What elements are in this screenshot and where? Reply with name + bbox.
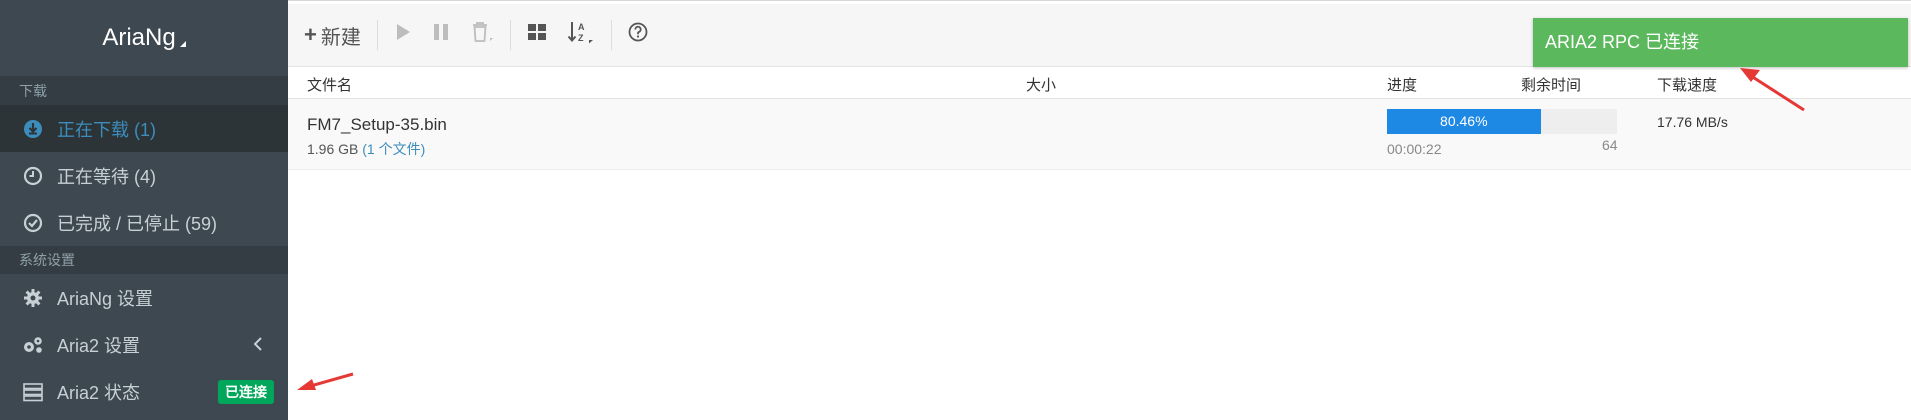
server-icon <box>22 381 44 403</box>
app-logo[interactable]: AriaNg <box>0 0 288 77</box>
sort-button[interactable]: AZ <box>557 15 605 55</box>
column-header-remaining[interactable]: 剩余时间 <box>1521 74 1581 95</box>
section-header-download: 下载 <box>0 77 288 105</box>
gear-icon <box>22 287 44 309</box>
svg-text:Z: Z <box>578 33 584 43</box>
pause-button[interactable] <box>422 15 460 55</box>
task-size: 1.96 GB (1 个文件) <box>307 139 425 159</box>
sort-alpha-icon: AZ <box>567 20 595 50</box>
new-task-label: 新建 <box>320 26 361 49</box>
table-header: 文件名 大小 进度 剩余时间 下载速度 <box>288 67 1911 99</box>
app-title: AriaNg <box>102 24 176 51</box>
delete-button[interactable] <box>460 15 504 55</box>
start-button[interactable] <box>384 15 422 55</box>
check-circle-icon <box>22 212 44 234</box>
trash-icon <box>470 21 494 49</box>
annotation-arrow-icon <box>1740 68 1805 112</box>
sidebar-item-label: Aria2 状态 <box>57 382 141 403</box>
plus-icon: + <box>304 22 317 47</box>
clock-icon <box>22 165 44 187</box>
sidebar-item-label: 已完成 / 已停止 (59) <box>57 213 218 234</box>
progress-bar: 80.46% <box>1387 109 1541 134</box>
download-circle-icon <box>22 118 44 140</box>
sidebar-item-label: Aria2 设置 <box>57 335 141 356</box>
help-button[interactable] <box>618 15 658 55</box>
sidebar-item-downloading[interactable]: 正在下载 (1) <box>0 105 288 152</box>
annotation-arrow-icon <box>297 372 354 390</box>
logo-caret-icon <box>179 41 186 47</box>
new-task-button[interactable]: + 新建 <box>288 15 371 55</box>
section-header-settings: 系统设置 <box>0 246 288 274</box>
task-connections: 64 <box>1602 137 1618 153</box>
pause-icon <box>432 22 450 48</box>
sidebar-item-stopped[interactable]: 已完成 / 已停止 (59) <box>0 199 288 246</box>
play-icon <box>394 22 412 48</box>
sidebar-item-aria2-status[interactable]: Aria2 状态 已连接 <box>0 368 288 415</box>
toolbar-divider <box>376 20 378 50</box>
sidebar: AriaNg 下载 正在下载 (1) 正在等待 (4) 已完成 / 已停止 (5… <box>0 0 288 420</box>
column-header-speed[interactable]: 下载速度 <box>1657 74 1717 95</box>
question-icon <box>628 22 648 48</box>
chevron-left-icon[interactable] <box>252 335 264 358</box>
notification-toast[interactable]: ARIA2 RPC 已连接 <box>1533 18 1908 67</box>
sidebar-item-aria2-settings[interactable]: Aria2 设置 <box>0 321 288 368</box>
sidebar-item-ariang-settings[interactable]: AriaNg 设置 <box>0 274 288 321</box>
task-remaining-time: 00:00:22 <box>1387 141 1442 157</box>
toolbar-divider <box>610 20 612 50</box>
sidebar-item-label: 正在等待 (4) <box>57 166 156 187</box>
task-total-size: 1.96 GB <box>307 141 359 157</box>
column-header-name[interactable]: 文件名 <box>307 74 352 95</box>
sidebar-item-label: AriaNg 设置 <box>57 288 154 309</box>
gears-icon <box>22 334 44 356</box>
task-files-link[interactable]: (1 个文件) <box>362 141 425 157</box>
grid-icon <box>527 23 547 47</box>
task-filename[interactable]: FM7_Setup-35.bin <box>307 115 447 135</box>
task-speed: 17.76 MB/s <box>1657 114 1728 130</box>
sidebar-item-waiting[interactable]: 正在等待 (4) <box>0 152 288 199</box>
toolbar-divider <box>509 20 511 50</box>
svg-text:A: A <box>578 22 585 32</box>
sidebar-item-label: 正在下载 (1) <box>57 119 156 140</box>
status-badge: 已连接 <box>218 380 274 404</box>
progress-track: 80.46% <box>1387 109 1617 134</box>
table-row[interactable]: FM7_Setup-35.bin 1.96 GB (1 个文件) 80.46% … <box>288 99 1911 170</box>
column-header-size[interactable]: 大小 <box>1026 74 1056 95</box>
column-header-progress[interactable]: 进度 <box>1387 74 1417 95</box>
layout-button[interactable] <box>517 15 557 55</box>
